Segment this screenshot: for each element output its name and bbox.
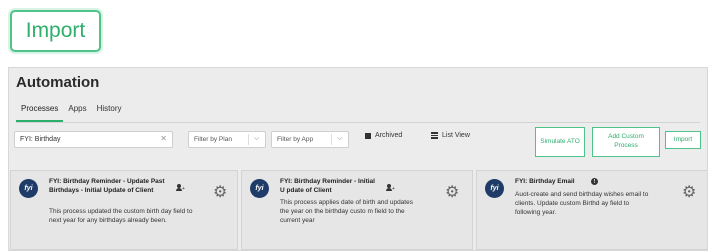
process-card[interactable]: fyi FYI: Birthday Email ! Auot-create an… bbox=[476, 170, 707, 250]
tab-history[interactable]: History bbox=[92, 100, 127, 122]
filter-by-plan-select[interactable]: Filter by Plan ⌵ bbox=[188, 131, 266, 148]
tab-bar: Processes Apps History bbox=[16, 100, 126, 122]
gear-icon[interactable]: ⚙ bbox=[682, 185, 696, 201]
select-divider bbox=[248, 134, 249, 145]
gear-icon[interactable]: ⚙ bbox=[213, 185, 227, 201]
add-custom-process-button[interactable]: Add Custom Process bbox=[592, 127, 660, 157]
fyi-logo-icon: fyi bbox=[250, 179, 269, 198]
archived-label: Archived bbox=[375, 132, 403, 139]
card-description: This process updated the custom birth da… bbox=[49, 208, 193, 225]
import-button[interactable]: Import bbox=[665, 131, 701, 149]
archive-icon bbox=[365, 132, 371, 139]
tab-processes[interactable]: Processes bbox=[16, 100, 64, 122]
clear-icon[interactable]: ✕ bbox=[160, 134, 167, 143]
chevron-down-icon: ⌵ bbox=[254, 135, 260, 142]
page-title: Automation bbox=[16, 74, 100, 91]
gear-icon[interactable]: ⚙ bbox=[445, 185, 459, 201]
list-icon bbox=[431, 132, 438, 139]
filter-by-app-select[interactable]: Filter by App ⌵ bbox=[271, 131, 349, 148]
card-title: FYI: Birthday Reminder - Initial U pdate… bbox=[280, 178, 375, 194]
person-icon: + bbox=[176, 184, 185, 192]
chevron-down-icon: ⌵ bbox=[337, 135, 343, 142]
tab-apps[interactable]: Apps bbox=[63, 100, 91, 122]
archived-button[interactable]: Archived bbox=[365, 132, 402, 139]
search-value: FYI: Birthday bbox=[20, 136, 61, 143]
info-icon: ! bbox=[591, 178, 598, 185]
process-card[interactable]: fyi FYI: Birthday Reminder - Initial U p… bbox=[241, 170, 473, 250]
card-description: This process applies date of birth and u… bbox=[280, 199, 413, 225]
filter-by-app-placeholder: Filter by App bbox=[277, 136, 314, 143]
fyi-logo-icon: fyi bbox=[19, 179, 38, 198]
list-view-label: List View bbox=[442, 132, 470, 139]
search-input[interactable]: FYI: Birthday ✕ bbox=[14, 131, 173, 148]
card-description: Auot-create and send birthday wishes ema… bbox=[515, 191, 649, 217]
automation-panel: Automation Processes Apps History FYI: B… bbox=[8, 67, 708, 251]
card-title: FYI: Birthday Email bbox=[515, 178, 575, 185]
simulate-ato-button[interactable]: Simulate ATO bbox=[535, 127, 585, 157]
fyi-logo-icon: fyi bbox=[485, 179, 504, 198]
process-card[interactable]: fyi FYI: Birthday Reminder - Update Past… bbox=[10, 170, 238, 250]
import-callout-button[interactable]: Import bbox=[10, 10, 101, 52]
list-view-button[interactable]: List View bbox=[431, 132, 470, 139]
select-divider bbox=[331, 134, 332, 145]
filter-by-plan-placeholder: Filter by Plan bbox=[194, 136, 232, 143]
person-icon: + bbox=[386, 184, 395, 192]
card-title: FYI: Birthday Reminder - Update Past Bir… bbox=[49, 178, 165, 194]
tab-divider bbox=[16, 122, 700, 123]
process-card-list: fyi FYI: Birthday Reminder - Update Past… bbox=[9, 170, 707, 250]
toolbar: FYI: Birthday ✕ Filter by Plan ⌵ Filter … bbox=[9, 127, 707, 159]
